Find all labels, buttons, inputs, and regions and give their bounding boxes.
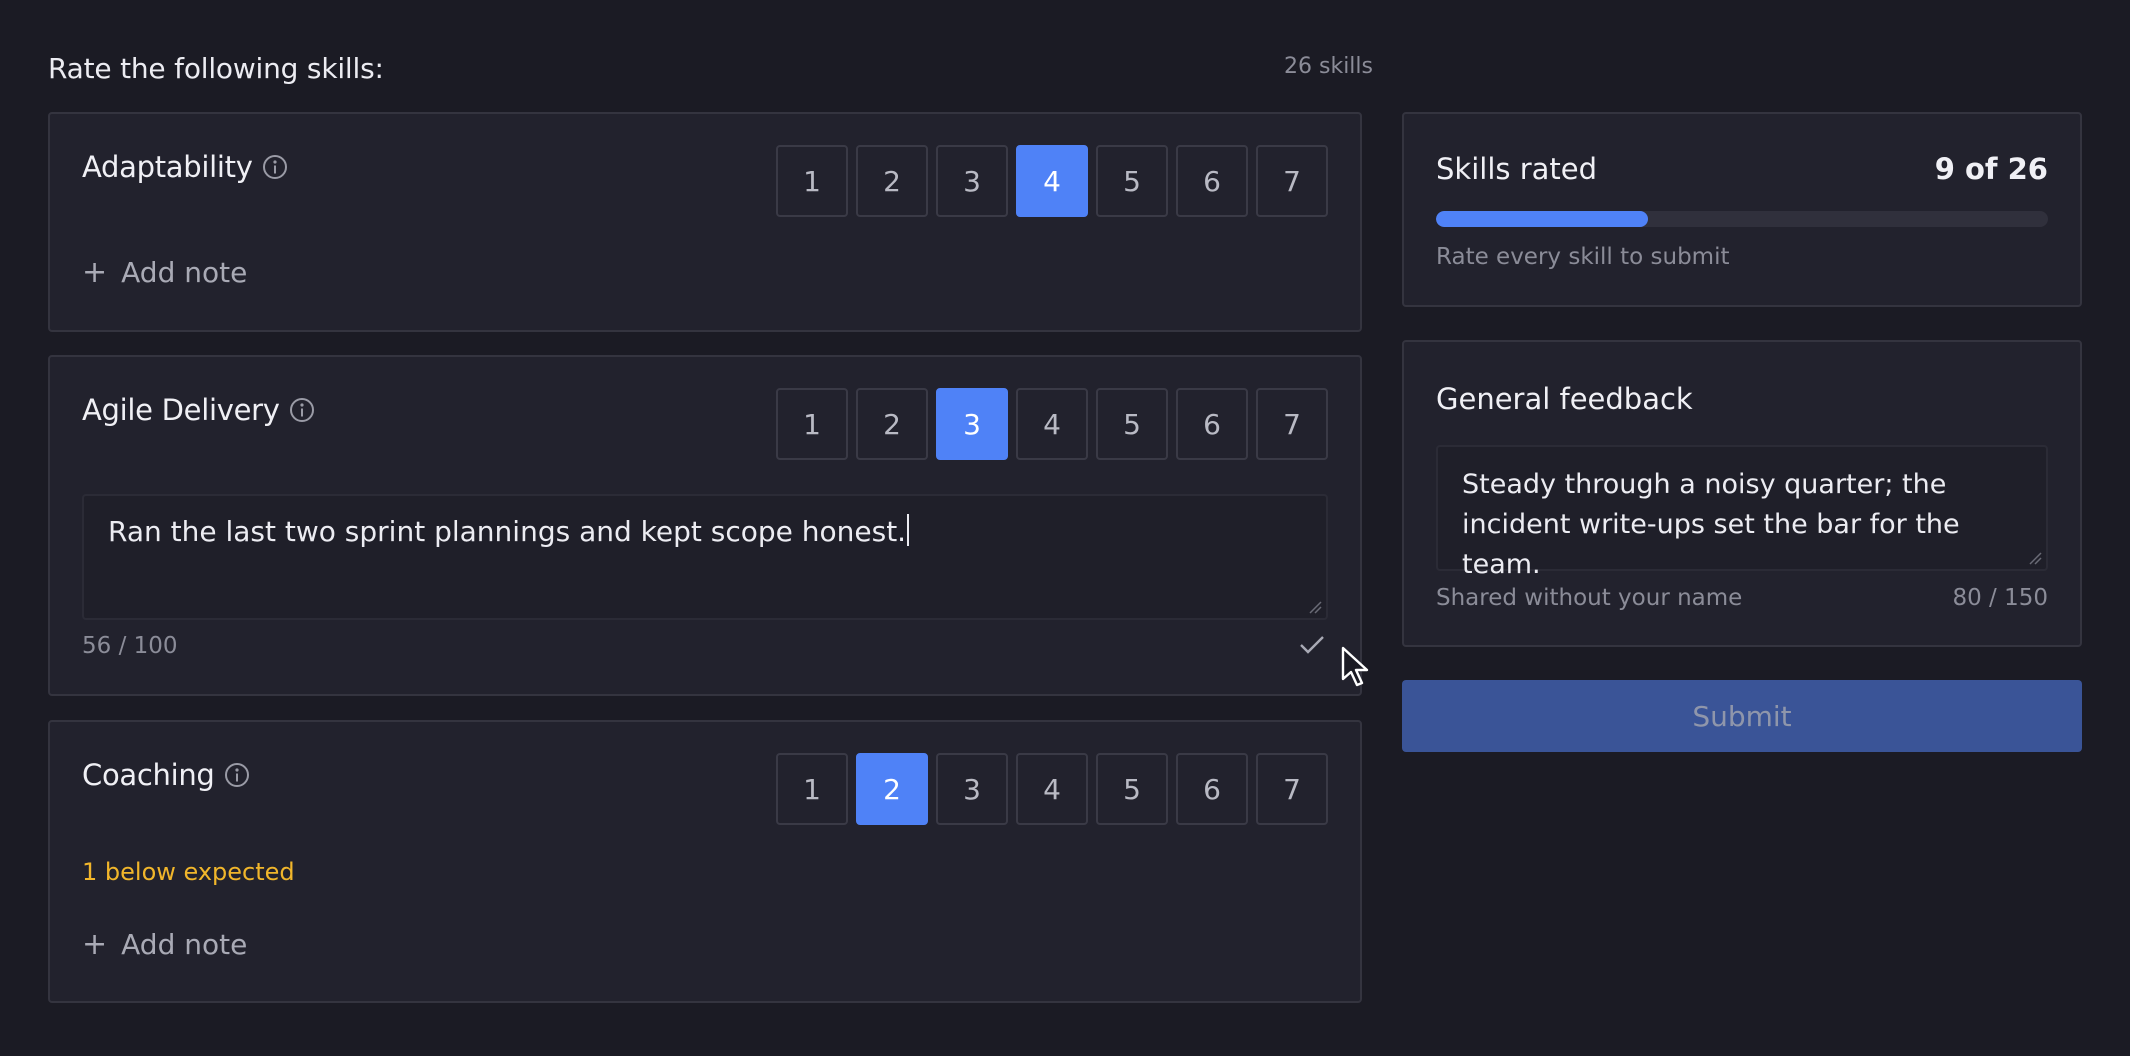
check-icon [1300, 636, 1324, 654]
rating-button-4[interactable]: 4 [1016, 145, 1088, 217]
rating-button-7[interactable]: 7 [1256, 753, 1328, 825]
add-note-button[interactable]: + Add note [82, 256, 247, 289]
skill-title: Agile Delivery [82, 393, 316, 427]
skill-title: Coaching [82, 758, 251, 792]
skill-name: Agile Delivery [82, 393, 280, 427]
rating-button-4[interactable]: 4 [1016, 753, 1088, 825]
rating-button-3[interactable]: 3 [936, 753, 1008, 825]
feedback-label: General feedback [1436, 382, 1693, 416]
rating-button-2[interactable]: 2 [856, 145, 928, 217]
rating-button-5[interactable]: 5 [1096, 388, 1168, 460]
rating-button-6[interactable]: 6 [1176, 388, 1248, 460]
progress-value: 9 of 26 [1934, 152, 2048, 186]
skill-card-agile-delivery: Agile Delivery 1 2 3 4 5 6 7 Ran the las… [48, 355, 1362, 696]
note-text: Ran the last two sprint plannings and ke… [108, 515, 907, 548]
resize-grip-icon[interactable] [1308, 600, 1322, 614]
progress-panel: Skills rated 9 of 26 Rate every skill to… [1402, 112, 2082, 307]
rating-button-1[interactable]: 1 [776, 388, 848, 460]
plus-icon: + [82, 254, 108, 290]
skill-card-coaching: Coaching 1 2 3 4 5 6 7 1 below expected … [48, 720, 1362, 1003]
rating-scale: 1 2 3 4 5 6 7 [776, 145, 1328, 217]
note-char-count: 56 / 100 [82, 633, 178, 659]
page-title: Rate the following skills: [48, 52, 384, 85]
text-caret [907, 514, 910, 546]
rating-button-5[interactable]: 5 [1096, 753, 1168, 825]
rating-button-2[interactable]: 2 [856, 388, 928, 460]
add-note-button[interactable]: + Add note [82, 928, 247, 961]
info-icon[interactable] [288, 396, 316, 424]
rating-button-6[interactable]: 6 [1176, 145, 1248, 217]
feedback-textarea[interactable]: Steady through a noisy quarter; the inci… [1436, 445, 2048, 580]
progress-hint: Rate every skill to submit [1436, 244, 1730, 270]
skill-name: Coaching [82, 758, 215, 792]
rating-button-5[interactable]: 5 [1096, 145, 1168, 217]
rating-button-4[interactable]: 4 [1016, 388, 1088, 460]
note-textarea[interactable]: Ran the last two sprint plannings and ke… [82, 494, 1328, 620]
anonymity-note: Shared without your name [1436, 585, 1743, 611]
rating-scale: 1 2 3 4 5 6 7 [776, 388, 1328, 460]
skill-name: Adaptability [82, 150, 253, 184]
submit-button[interactable]: Submit [1402, 680, 2082, 752]
info-icon[interactable] [261, 153, 289, 181]
below-expected-warning: 1 below expected [82, 858, 295, 886]
plus-icon: + [82, 926, 108, 962]
rating-button-3[interactable]: 3 [936, 388, 1008, 460]
progress-bar-fill [1436, 211, 1648, 227]
mouse-cursor-icon [1341, 646, 1369, 687]
rating-button-1[interactable]: 1 [776, 753, 848, 825]
skills-rating-page: Rate the following skills: 26 skills Ada… [0, 0, 2130, 1056]
add-note-label: Add note [121, 928, 248, 961]
info-icon[interactable] [223, 761, 251, 789]
rating-button-1[interactable]: 1 [776, 145, 848, 217]
progress-label: Skills rated [1436, 152, 1598, 186]
rating-scale: 1 2 3 4 5 6 7 [776, 753, 1328, 825]
add-note-label: Add note [121, 256, 248, 289]
rating-button-7[interactable]: 7 [1256, 145, 1328, 217]
feedback-text: Steady through a noisy quarter; the inci… [1462, 469, 1960, 580]
general-feedback-panel: General feedback Steady through a noisy … [1402, 340, 2082, 647]
resize-grip-icon[interactable] [2028, 551, 2042, 565]
skill-title: Adaptability [82, 150, 289, 184]
skills-count: 26 skills [1284, 54, 1373, 79]
feedback-char-count: 80 / 150 [1952, 585, 2048, 611]
progress-bar [1436, 211, 2048, 227]
skill-card-adaptability: Adaptability 1 2 3 4 5 6 7 + Add note [48, 112, 1362, 332]
rating-button-3[interactable]: 3 [936, 145, 1008, 217]
rating-button-2[interactable]: 2 [856, 753, 928, 825]
rating-button-7[interactable]: 7 [1256, 388, 1328, 460]
rating-button-6[interactable]: 6 [1176, 753, 1248, 825]
